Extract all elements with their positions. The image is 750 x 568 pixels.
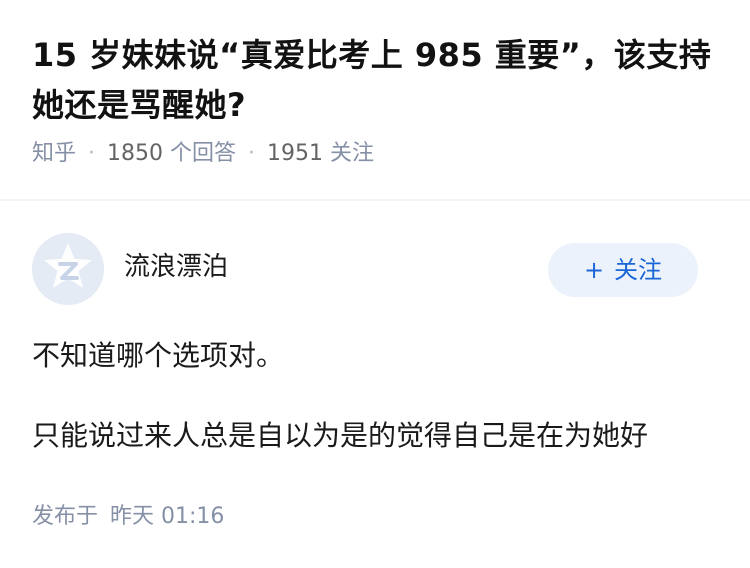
avatar[interactable]: [32, 233, 104, 305]
answers-label[interactable]: 个回答: [170, 141, 236, 166]
publish-time: 昨天 01:16: [110, 504, 225, 529]
answer-paragraph: 只能说过来人总是自以为是的觉得自己是在为她好: [32, 419, 649, 452]
question-title[interactable]: 15 岁妹妹说“真爱比考上 985 重要”，该支持她还是骂醒她?: [32, 30, 722, 130]
source-label[interactable]: 知乎: [32, 141, 76, 166]
question-meta: 知乎 · 1850 个回答 · 1951 关注: [32, 138, 722, 170]
follow-button[interactable]: + 关注: [548, 243, 698, 297]
follow-button-label: 关注: [614, 256, 663, 284]
separator-dot: ·: [248, 141, 256, 166]
answer-content[interactable]: 不知道哪个选项对。 只能说过来人总是自以为是的觉得自己是在为她好: [32, 336, 722, 456]
plus-icon: +: [583, 256, 605, 284]
author-bar: 流浪漂泊 + 关注: [32, 233, 698, 305]
answer-paragraph: 不知道哪个选项对。: [32, 339, 285, 372]
publish-info: 发布于 昨天 01:16: [32, 501, 224, 533]
author-name[interactable]: 流浪漂泊: [124, 249, 228, 285]
separator-dot: ·: [88, 141, 96, 166]
followers-count: 1951: [267, 141, 324, 166]
question-header: 15 岁妹妹说“真爱比考上 985 重要”，该支持她还是骂醒她? 知乎 · 1850…: [32, 30, 722, 170]
publish-label: 发布于: [32, 504, 99, 529]
followers-label: 关注: [330, 141, 375, 166]
answers-count[interactable]: 1850: [107, 141, 163, 166]
section-divider: [0, 199, 750, 201]
zhihu-default-avatar-icon: [32, 233, 104, 305]
